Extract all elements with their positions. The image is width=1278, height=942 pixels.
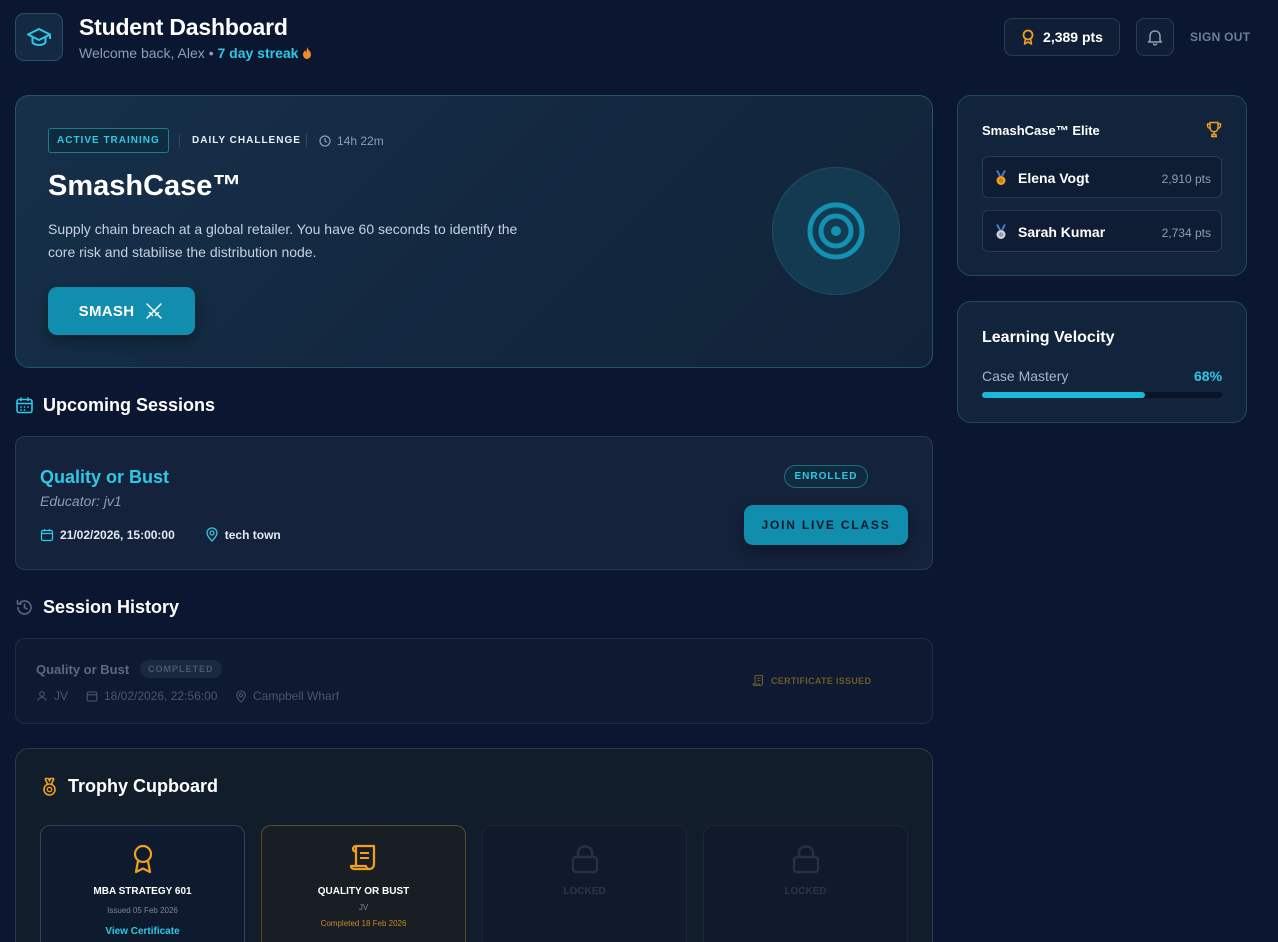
- calendar-icon: [40, 528, 54, 541]
- history-icon: [16, 599, 32, 615]
- upcoming-sessions-heading: Upcoming Sessions: [15, 395, 215, 416]
- history-educator-text: JV: [54, 689, 69, 703]
- flame-icon: [303, 47, 312, 59]
- velocity-progress-track: [982, 392, 1222, 398]
- award-icon: [43, 777, 56, 796]
- divider: [179, 134, 180, 147]
- location-pin-icon: [206, 527, 218, 542]
- leaderboard-title: SmashCase™ Elite: [982, 123, 1100, 138]
- divider: [306, 134, 307, 147]
- leaderboard-points: 2,910 pts: [1161, 172, 1211, 186]
- history-location: Campbell Wharf: [235, 689, 339, 703]
- session-location: tech town: [224, 527, 281, 542]
- session-history-label: Session History: [43, 597, 180, 617]
- scroll-icon: [752, 674, 764, 687]
- gold-medal-icon: [996, 170, 1006, 185]
- trophy-name: MBA STRATEGY 601: [93, 886, 192, 897]
- lock-icon: [792, 845, 819, 874]
- calendar-icon: [16, 397, 33, 414]
- challenge-type: DAILY CHALLENGE: [192, 135, 301, 146]
- challenge-description: Supply chain breach at a global retailer…: [48, 221, 518, 260]
- timer-value: 14h 22m: [337, 134, 384, 148]
- trophy-tile[interactable]: MBA STRATEGY 601 Issued 05 Feb 2026 View…: [40, 825, 245, 942]
- upcoming-sessions-label: Upcoming Sessions: [43, 395, 216, 415]
- enrolled-badge: ENROLLED: [784, 465, 868, 488]
- leaderboard-name: Elena Vogt: [1018, 170, 1090, 186]
- leaderboard-row[interactable]: Sarah Kumar 2,734 pts: [982, 210, 1222, 252]
- trophy-locked-label: LOCKED: [563, 886, 606, 897]
- silver-medal-icon: [996, 224, 1006, 239]
- welcome-separator: •: [208, 45, 214, 61]
- trophy-tile-locked: LOCKED: [703, 825, 908, 942]
- lock-icon: [571, 845, 598, 874]
- session-educator: Educator: jv1: [40, 493, 122, 509]
- welcome-text: Welcome back, Alex: [79, 45, 205, 61]
- calendar-icon: [86, 691, 98, 702]
- app-logo: [15, 13, 63, 61]
- session-history-heading: Session History: [15, 597, 179, 618]
- crossed-swords-icon: [146, 303, 163, 319]
- trophy-tile[interactable]: QUALITY OR BUST JV Completed 18 Feb 2026: [261, 825, 466, 942]
- trophy-issued-date: Issued 05 Feb 2026: [107, 906, 178, 915]
- notifications-button[interactable]: [1136, 18, 1174, 56]
- graduation-cap-icon: [27, 28, 51, 47]
- trophy-cupboard-label: Trophy Cupboard: [68, 776, 218, 796]
- certificate-issued-label: CERTIFICATE ISSUED: [771, 675, 872, 686]
- session-datetime: 21/02/2026, 15:00:00: [60, 527, 175, 542]
- streak-text: 7 day streak: [217, 45, 299, 61]
- sign-out-link[interactable]: SIGN OUT: [1190, 30, 1250, 44]
- smash-button-label: SMASH: [78, 302, 135, 320]
- location-pin-icon: [236, 689, 246, 703]
- certificate-issued[interactable]: CERTIFICATE ISSUED: [752, 674, 871, 687]
- learning-velocity-card: [957, 301, 1247, 423]
- history-location-text: Campbell Wharf: [253, 689, 340, 703]
- trophy-educator: JV: [358, 903, 369, 912]
- view-certificate-link[interactable]: View Certificate: [105, 926, 179, 937]
- velocity-title: Learning Velocity: [982, 329, 1115, 346]
- medal-icon: [1022, 29, 1034, 45]
- target-badge: [772, 167, 900, 295]
- trophy-tile-locked: LOCKED: [482, 825, 687, 942]
- bell-icon: [1147, 30, 1163, 46]
- scroll-icon: [349, 844, 375, 871]
- leaderboard-row[interactable]: Elena Vogt 2,910 pts: [982, 156, 1222, 198]
- velocity-label: Case Mastery: [982, 368, 1069, 384]
- trophy-cupboard-heading: Trophy Cupboard: [40, 776, 218, 797]
- challenge-timer: 14h 22m: [319, 134, 384, 148]
- join-live-class-button[interactable]: JOIN LIVE CLASS: [744, 505, 908, 545]
- session-meta: 21/02/2026, 15:00:00 tech town: [40, 527, 281, 542]
- challenge-title: SmashCase™: [48, 170, 242, 202]
- points-value: 2,389 pts: [1043, 29, 1103, 45]
- trophy-name: QUALITY OR BUST: [317, 886, 410, 897]
- trophy-locked-label: LOCKED: [784, 886, 827, 897]
- points-badge[interactable]: 2,389 pts: [1004, 18, 1120, 56]
- upcoming-session-card: [15, 436, 933, 570]
- session-title[interactable]: Quality or Bust: [40, 467, 169, 488]
- welcome-message: Welcome back, Alex • 7 day streak: [79, 45, 312, 61]
- leaderboard-points: 2,734 pts: [1161, 226, 1211, 240]
- trophy-icon: [1206, 121, 1222, 138]
- completed-badge: COMPLETED: [140, 660, 222, 678]
- velocity-value: 68%: [1194, 368, 1223, 384]
- leaderboard-name: Sarah Kumar: [1018, 224, 1106, 240]
- velocity-progress-fill: [982, 392, 1146, 398]
- history-educator: JV: [36, 689, 68, 703]
- trophy-completed-date: Completed 18 Feb 2026: [320, 919, 407, 928]
- history-datetime: 18/02/2026, 22:56:00: [86, 689, 217, 703]
- clock-icon: [319, 135, 331, 147]
- history-session-title: Quality or Bust: [36, 662, 130, 677]
- user-icon: [37, 691, 47, 702]
- active-training-tag: ACTIVE TRAINING: [48, 128, 169, 153]
- history-datetime-text: 18/02/2026, 22:56:00: [104, 689, 218, 703]
- target-icon: [807, 202, 865, 260]
- page-title: Student Dashboard: [79, 14, 288, 40]
- award-ribbon-icon: [133, 844, 152, 874]
- smash-button[interactable]: SMASH: [48, 287, 195, 335]
